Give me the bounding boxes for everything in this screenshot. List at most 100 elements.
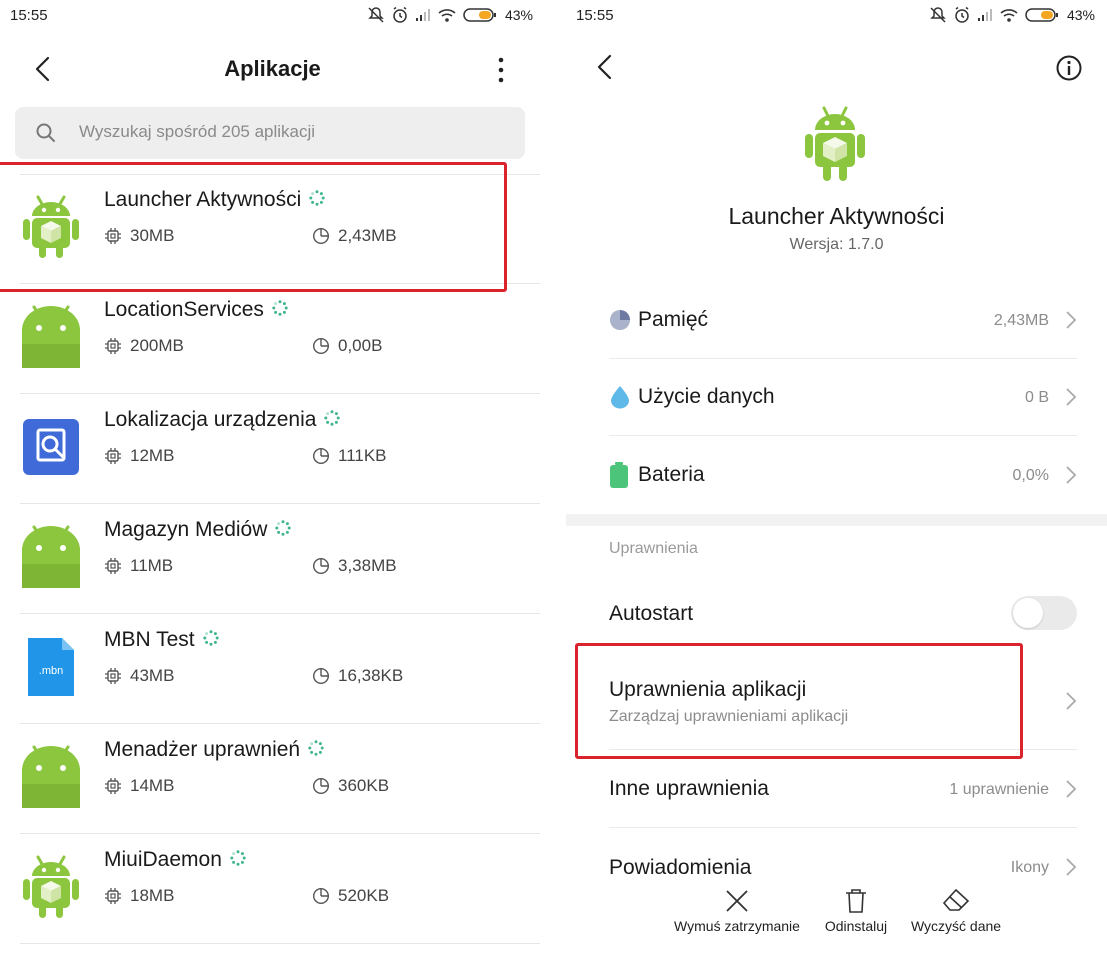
page-title: Aplikacje bbox=[224, 56, 321, 81]
memory-value: 2,43MB bbox=[993, 312, 1049, 329]
app-size: 14MB bbox=[104, 776, 174, 796]
android-box-icon bbox=[18, 194, 84, 260]
status-bar: 15:55 43% bbox=[0, 0, 545, 32]
app-size: 200MB bbox=[104, 336, 184, 356]
autostart-row[interactable]: Autostart bbox=[609, 578, 1077, 652]
clear-data-button[interactable]: Wyczyść dane bbox=[906, 888, 1006, 934]
app-list-item[interactable]: .mbn MBN Test 43MB 16,38KB bbox=[0, 614, 545, 724]
chevron-right-icon bbox=[1066, 466, 1077, 484]
memory-row[interactable]: Pamięć 2,43MB bbox=[609, 282, 1077, 359]
app-name: MBN Test bbox=[104, 628, 219, 652]
app-info-screen: 15:55 43% Launcher Aktywności Wersja: 1.… bbox=[566, 0, 1107, 960]
mute-icon bbox=[930, 7, 946, 23]
permissions-section-label: Uprawnienia bbox=[609, 540, 698, 557]
app-list-item[interactable]: Menadżer uprawnień 14MB 360KB bbox=[0, 724, 545, 834]
app-storage: 111KB bbox=[312, 446, 387, 466]
app-list-item[interactable]: Launcher Aktywności 30MB 2,43MB bbox=[0, 174, 545, 284]
storage-pie-icon bbox=[312, 447, 330, 465]
storage-pie-icon bbox=[312, 777, 330, 795]
app-bar bbox=[566, 40, 1107, 98]
loading-spinner-icon bbox=[308, 740, 324, 757]
location-search-icon bbox=[18, 414, 84, 480]
app-storage-value: 3,38MB bbox=[338, 556, 397, 575]
wifi-icon bbox=[1000, 9, 1018, 22]
storage-pie-icon bbox=[312, 557, 330, 575]
app-size-value: 43MB bbox=[130, 666, 175, 685]
close-icon bbox=[726, 890, 748, 912]
app-list-item[interactable]: LocationServices 200MB 0,00B bbox=[0, 284, 545, 394]
app-storage: 2,43MB bbox=[312, 226, 397, 246]
other-permissions-value: 1 uprawnienie bbox=[949, 781, 1049, 798]
android-default-icon bbox=[18, 744, 84, 810]
app-name-text: Magazyn Mediów bbox=[104, 518, 268, 541]
chevron-right-icon bbox=[1066, 780, 1077, 798]
android-default-icon bbox=[18, 524, 84, 590]
chip-icon bbox=[105, 888, 121, 904]
info-icon[interactable] bbox=[1055, 54, 1083, 82]
app-name: Menadżer uprawnień bbox=[104, 738, 324, 762]
chip-icon bbox=[105, 668, 121, 684]
app-permissions-label: Uprawnienia aplikacji bbox=[609, 678, 807, 701]
uninstall-label: Odinstaluj bbox=[824, 918, 888, 934]
more-options-icon[interactable] bbox=[493, 54, 509, 86]
water-drop-icon bbox=[611, 386, 629, 409]
uninstall-button[interactable]: Odinstaluj bbox=[821, 888, 891, 934]
app-storage: 360KB bbox=[312, 776, 389, 796]
app-storage-value: 2,43MB bbox=[338, 226, 397, 245]
apps-list-screen: 15:55 43% Aplikacje Launcher Aktywności 3… bbox=[0, 0, 545, 960]
battery-icon bbox=[463, 8, 496, 22]
status-icons: 43% bbox=[929, 6, 1095, 24]
chip-icon bbox=[105, 448, 121, 464]
app-storage-value: 16,38KB bbox=[338, 666, 404, 685]
battery-value: 0,0% bbox=[1012, 467, 1049, 484]
app-size: 43MB bbox=[104, 666, 174, 686]
app-size-value: 12MB bbox=[130, 446, 175, 465]
autostart-toggle[interactable] bbox=[1011, 596, 1077, 630]
storage-pie-icon bbox=[312, 337, 330, 355]
status-bar: 15:55 43% bbox=[566, 0, 1107, 32]
app-list-item[interactable]: MiuiDaemon 18MB 520KB bbox=[0, 834, 545, 944]
app-bar: Aplikacje bbox=[0, 40, 545, 98]
status-icons: 43% bbox=[367, 6, 533, 24]
force-stop-label: Wymuś zatrzymanie bbox=[674, 918, 800, 934]
storage-pie-icon bbox=[312, 887, 330, 905]
battery-green-icon bbox=[610, 462, 628, 488]
battery-percent: 43% bbox=[1066, 7, 1095, 23]
back-arrow-icon[interactable] bbox=[590, 52, 620, 82]
app-permissions-row[interactable]: Uprawnienia aplikacji Zarządzaj uprawnie… bbox=[609, 652, 1077, 750]
data-usage-row[interactable]: Użycie danych 0 B bbox=[609, 359, 1077, 436]
signal-icon bbox=[977, 9, 992, 21]
storage-pie-icon bbox=[312, 227, 330, 245]
alarm-icon bbox=[955, 6, 969, 23]
row-divider bbox=[20, 943, 540, 944]
force-stop-button[interactable]: Wymuś zatrzymanie bbox=[670, 888, 804, 934]
other-permissions-row[interactable]: Inne uprawnienia 1 uprawnienie bbox=[609, 750, 1077, 828]
svg-text:.mbn: .mbn bbox=[39, 665, 63, 677]
chevron-right-icon bbox=[1066, 311, 1077, 329]
android-box-icon bbox=[805, 106, 865, 181]
notifications-value: Ikony bbox=[1010, 859, 1049, 876]
loading-spinner-icon bbox=[272, 300, 288, 317]
battery-percent: 43% bbox=[504, 7, 533, 23]
mute-icon bbox=[368, 7, 384, 23]
app-size-value: 30MB bbox=[130, 226, 175, 245]
chip-icon bbox=[105, 228, 121, 244]
app-list-item[interactable]: Magazyn Mediów 11MB 3,38MB bbox=[0, 504, 545, 614]
clear-data-label: Wyczyść dane bbox=[910, 918, 1002, 934]
memory-label: Pamięć bbox=[638, 308, 709, 331]
app-name: Magazyn Mediów bbox=[104, 518, 292, 542]
row-divider bbox=[609, 435, 1077, 436]
chip-icon bbox=[105, 558, 121, 574]
trash-icon bbox=[846, 889, 866, 913]
app-name: MiuiDaemon bbox=[104, 848, 246, 872]
app-name-text: Menadżer uprawnień bbox=[104, 738, 301, 761]
battery-row[interactable]: Bateria 0,0% bbox=[609, 437, 1077, 514]
app-storage-value: 360KB bbox=[338, 776, 390, 795]
search-bar[interactable] bbox=[15, 107, 525, 159]
app-name: Launcher Aktywności bbox=[728, 203, 945, 229]
storage-pie-icon bbox=[312, 667, 330, 685]
search-input[interactable] bbox=[77, 121, 501, 143]
app-list-item[interactable]: Lokalizacja urządzenia 12MB 111KB bbox=[0, 394, 545, 504]
app-size: 12MB bbox=[104, 446, 174, 466]
chip-icon bbox=[105, 338, 121, 354]
